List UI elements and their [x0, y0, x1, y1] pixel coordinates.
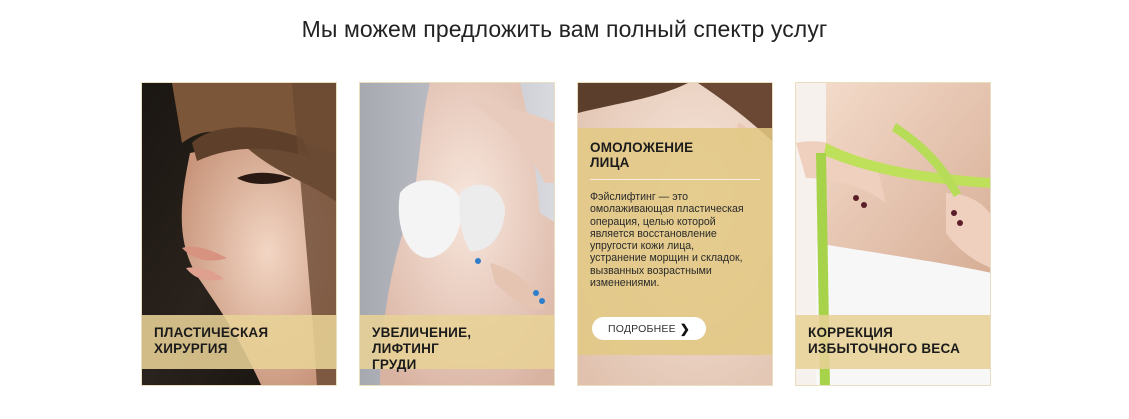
- description-line: является восстановление: [590, 227, 717, 240]
- service-card-plastic-surgery[interactable]: ПЛАСТИЧЕСКАЯ ХИРУРГИЯ: [141, 82, 337, 386]
- card-title-line2: ХИРУРГИЯ: [154, 341, 228, 356]
- description-line: устранение морщин и складок,: [590, 252, 743, 265]
- service-card-face-rejuvenation[interactable]: ОМОЛОЖЕНИЕ ЛИЦА Фэйслифтинг — это омолаж…: [577, 82, 773, 386]
- description-line: изменениями.: [590, 277, 660, 290]
- card-title-line2: ГРУДИ: [372, 357, 417, 372]
- divider: [590, 179, 760, 180]
- card-title-line1: УВЕЛИЧЕНИЕ, ЛИФТИНГ: [372, 325, 472, 356]
- description-line: Фэйслифтинг — это: [590, 191, 689, 203]
- description-line: вызванных возрастными: [590, 264, 712, 277]
- card-title-line1: КОРРЕКЦИЯ: [808, 325, 894, 340]
- card-title-band: КОРРЕКЦИЯ ИЗБЫТОЧНОГО ВЕСА: [796, 315, 990, 369]
- card-title-line1: ПЛАСТИЧЕСКАЯ: [154, 325, 269, 340]
- description-line: омолаживающая пластическая: [590, 203, 744, 216]
- service-card-weight-correction[interactable]: КОРРЕКЦИЯ ИЗБЫТОЧНОГО ВЕСА: [795, 82, 991, 386]
- more-details-label: ПОДРОБНЕЕ: [607, 322, 676, 335]
- section-title: Мы можем предложить вам полный спектр ус…: [301, 16, 828, 42]
- service-details-overlay: ОМОЛОЖЕНИЕ ЛИЦА Фэйслифтинг — это омолаж…: [578, 128, 772, 355]
- more-details-button[interactable]: ПОДРОБНЕЕ ❯: [592, 317, 706, 340]
- card-title-band: ПЛАСТИЧЕСКАЯ ХИРУРГИЯ: [142, 315, 336, 369]
- chevron-right-icon: ❯: [679, 321, 691, 336]
- card-title-band: УВЕЛИЧЕНИЕ, ЛИФТИНГ ГРУДИ: [360, 315, 554, 372]
- description-line: операция, целью которой: [590, 215, 716, 228]
- card-title-line2: ИЗБЫТОЧНОГО ВЕСА: [808, 341, 961, 356]
- service-card-breast-augmentation[interactable]: УВЕЛИЧЕНИЕ, ЛИФТИНГ ГРУДИ: [359, 82, 555, 386]
- card-title-line2: ЛИЦА: [590, 155, 630, 170]
- card-title-line1: ОМОЛОЖЕНИЕ: [590, 140, 694, 155]
- description-line: упругости кожи лица,: [590, 240, 695, 253]
